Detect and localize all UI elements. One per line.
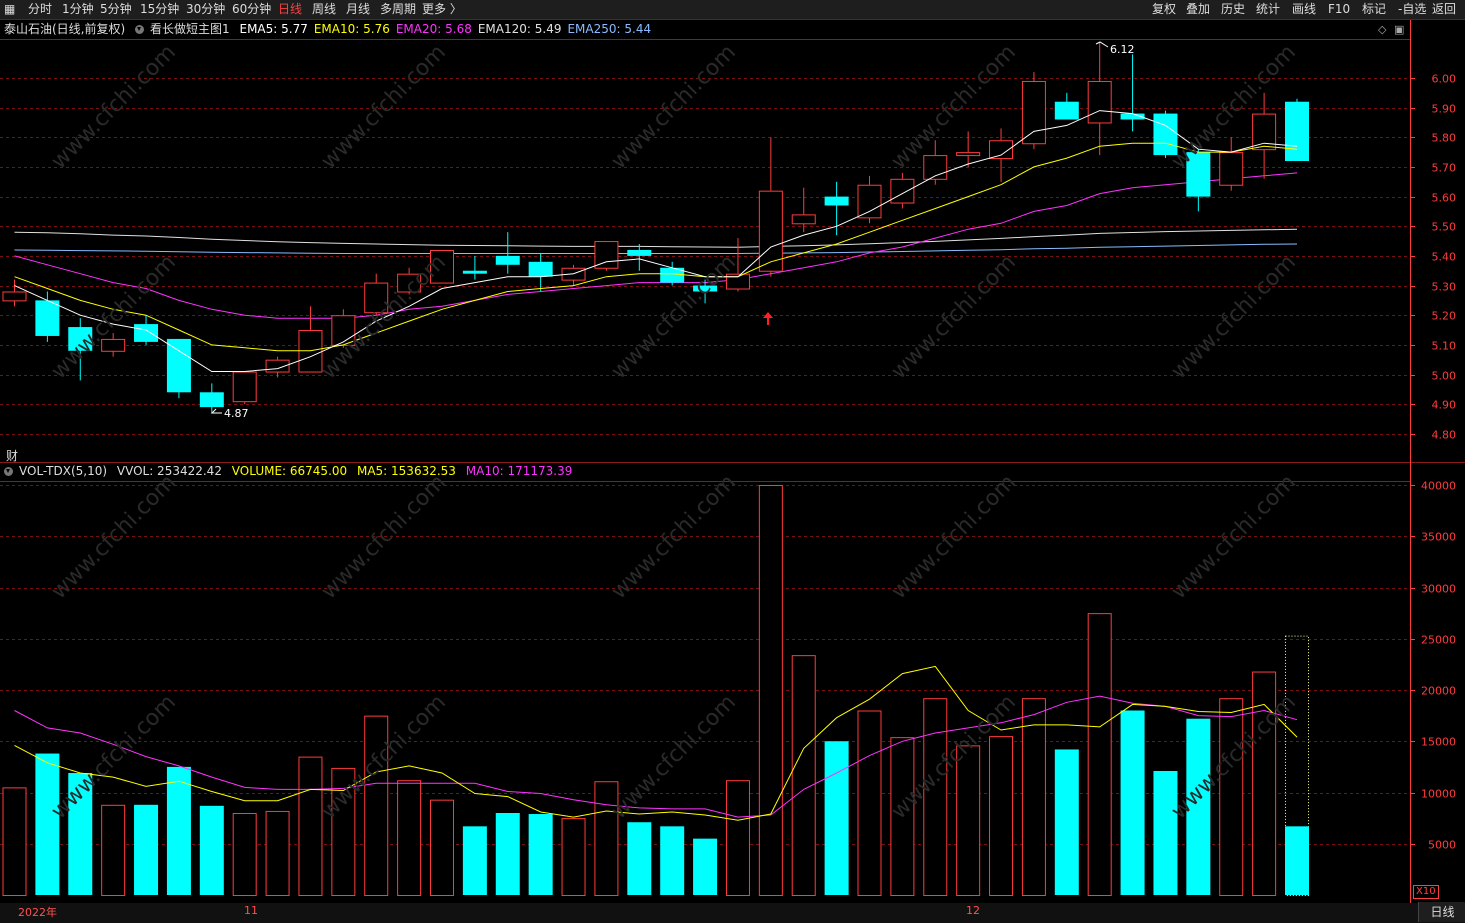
volume-bar — [1285, 826, 1309, 895]
volume-bar — [660, 826, 685, 895]
y-tick-label: 5.30 — [1432, 281, 1457, 294]
volume-bar — [857, 710, 882, 896]
watermark: www.cfchi.com — [47, 470, 181, 604]
watermark: www.cfchi.com — [607, 690, 741, 824]
y-tick-label: 5.80 — [1432, 132, 1457, 145]
volume-bar — [989, 736, 1014, 896]
volume-bar — [1087, 613, 1112, 896]
candle-up — [232, 371, 257, 403]
watermark: www.cfchi.com — [607, 470, 741, 604]
date-axis: 2022年 11 12 — [0, 903, 1465, 923]
x10-badge: X10 — [1413, 885, 1439, 899]
y-tick-label: 5000 — [1428, 839, 1456, 852]
low-pointer — [210, 408, 222, 414]
candle-down — [1054, 101, 1079, 120]
y-tick-label: 4.90 — [1432, 399, 1457, 412]
watermark: www.cfchi.com — [607, 40, 741, 174]
volume-bar — [101, 804, 126, 896]
volume-bar — [430, 799, 454, 896]
volume-bar — [627, 822, 652, 895]
ema120-line — [14, 228, 1298, 248]
volume-bar — [265, 810, 290, 897]
y-tick-label: 35000 — [1421, 531, 1456, 544]
y-tick-label: 5.60 — [1432, 192, 1457, 205]
candle-up — [1219, 152, 1244, 186]
y-tick-label: 5.90 — [1432, 103, 1457, 116]
y-tick-label: 20000 — [1421, 685, 1456, 698]
y-tick-label: 5.70 — [1432, 162, 1457, 175]
candle-up — [890, 178, 915, 204]
volume-bar — [791, 655, 816, 897]
watermark: www.cfchi.com — [317, 40, 451, 174]
candle-down — [166, 338, 191, 393]
candle-down — [1285, 101, 1309, 162]
y-tick-label: 30000 — [1421, 583, 1456, 596]
y-tick-label: 5.00 — [1432, 370, 1457, 383]
y-tick-label: 40000 — [1421, 480, 1456, 493]
y-tick-label: 5.20 — [1432, 310, 1457, 323]
ema250-line — [14, 243, 1298, 254]
watermark: www.cfchi.com — [887, 470, 1021, 604]
volume-bar — [693, 838, 718, 895]
watermark: www.cfchi.com — [47, 690, 181, 824]
watermark: www.cfchi.com — [317, 470, 451, 604]
volume-bar — [528, 814, 553, 895]
y-tick-label: 4.80 — [1432, 429, 1457, 442]
volume-bar — [1054, 749, 1079, 895]
chart-canvas[interactable]: 6.00 5.90 5.80 5.70 5.60 5.50 5.40 5.30 5.20 5.10… — [0, 0, 1465, 923]
volume-bar — [397, 780, 422, 897]
volume-bar — [166, 766, 191, 895]
low-price-label: 4.87 — [224, 407, 249, 420]
watermark: www.cfchi.com — [1167, 470, 1301, 604]
candle-down — [528, 261, 553, 277]
candle-down — [495, 255, 520, 265]
volume-bar — [232, 813, 257, 896]
year-label: 2022年 — [18, 906, 57, 919]
volume-bar — [199, 805, 224, 895]
high-price-label: 6.12 — [1110, 43, 1135, 56]
volume-bar — [1120, 710, 1145, 895]
candle-up — [1087, 80, 1112, 124]
candle-down — [462, 270, 487, 274]
y-tick-label: 15000 — [1421, 736, 1456, 749]
volume-bar — [495, 813, 520, 895]
y-tick-label: 5.10 — [1432, 340, 1457, 353]
y-tick-label: 25000 — [1421, 634, 1456, 647]
candle-down — [199, 392, 224, 408]
watermark: www.cfchi.com — [1167, 250, 1301, 384]
candle-up — [791, 214, 816, 225]
volume-bar — [561, 818, 586, 896]
candle-down — [35, 300, 60, 336]
volume-bar — [462, 826, 487, 895]
volume-bar — [35, 753, 60, 895]
ema20-line — [14, 172, 1298, 319]
candle-down — [627, 249, 652, 256]
month-label-12: 12 — [966, 904, 980, 917]
volume-bar — [2, 787, 27, 896]
watermark: www.cfchi.com — [47, 40, 181, 174]
volume-bar — [134, 804, 159, 895]
volume-bar — [758, 485, 783, 896]
volume-bar — [298, 756, 323, 896]
volume-bar — [1153, 770, 1178, 895]
volume-bar — [725, 780, 750, 897]
volume-bar — [1021, 698, 1046, 897]
y-tick-label: 5.50 — [1432, 221, 1457, 234]
candle-down — [134, 324, 159, 342]
candle-down — [824, 196, 849, 206]
candle-up — [956, 152, 981, 157]
candle-up — [2, 291, 27, 302]
y-tick-label: 10000 — [1421, 788, 1456, 801]
month-label-11: 11 — [244, 904, 258, 917]
y-tick-label: 6.00 — [1432, 73, 1457, 86]
y-tick-label: 5.40 — [1432, 251, 1457, 264]
watermark: www.cfchi.com — [887, 250, 1021, 384]
high-pointer — [1095, 41, 1109, 48]
period-button[interactable]: 日线 — [1418, 902, 1465, 922]
candle-up — [857, 184, 882, 219]
candle-up — [1021, 80, 1046, 145]
volume-bar — [1219, 698, 1244, 897]
volume-bar — [824, 741, 849, 895]
